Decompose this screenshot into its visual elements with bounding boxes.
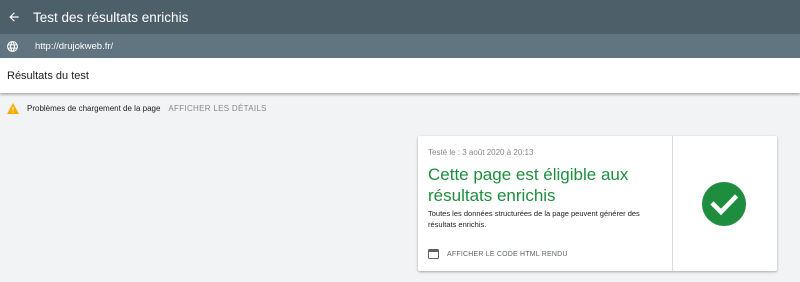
show-details-link[interactable]: AFFICHER LES DÉTAILS bbox=[168, 104, 266, 113]
check-circle-icon bbox=[702, 182, 746, 226]
warning-icon bbox=[7, 103, 19, 114]
view-rendered-html-button[interactable]: AFFICHER LE CODE HTML RENDU bbox=[428, 249, 568, 259]
view-rendered-html-label: AFFICHER LE CODE HTML RENDU bbox=[447, 250, 568, 258]
eligibility-headline: Cette page est éligible aux résultats en… bbox=[428, 165, 629, 205]
result-card: Testé le : 3 août 2020 à 20:13 Cette pag… bbox=[418, 136, 777, 271]
results-title: Résultats du test bbox=[7, 69, 89, 82]
app-header: Test des résultats enrichis bbox=[0, 0, 800, 34]
result-summary: Testé le : 3 août 2020 à 20:13 Cette pag… bbox=[418, 136, 672, 271]
results-header: Résultats du test bbox=[0, 58, 800, 93]
globe-icon bbox=[6, 40, 19, 53]
code-window-icon bbox=[428, 249, 439, 259]
tested-url: http://drujokweb.fr/ bbox=[35, 40, 114, 52]
eligibility-description: Toutes les données structurées de la pag… bbox=[428, 209, 640, 229]
arrow-back-icon[interactable] bbox=[7, 10, 21, 24]
tested-url-bar: http://drujokweb.fr/ bbox=[0, 34, 800, 58]
loading-issues-banner: Problèmes de chargement de la page AFFIC… bbox=[0, 100, 800, 117]
card-divider bbox=[672, 136, 673, 271]
tested-date: Testé le : 3 août 2020 à 20:13 bbox=[428, 148, 534, 157]
page-title: Test des résultats enrichis bbox=[33, 9, 189, 25]
warning-text: Problèmes de chargement de la page bbox=[27, 104, 161, 113]
